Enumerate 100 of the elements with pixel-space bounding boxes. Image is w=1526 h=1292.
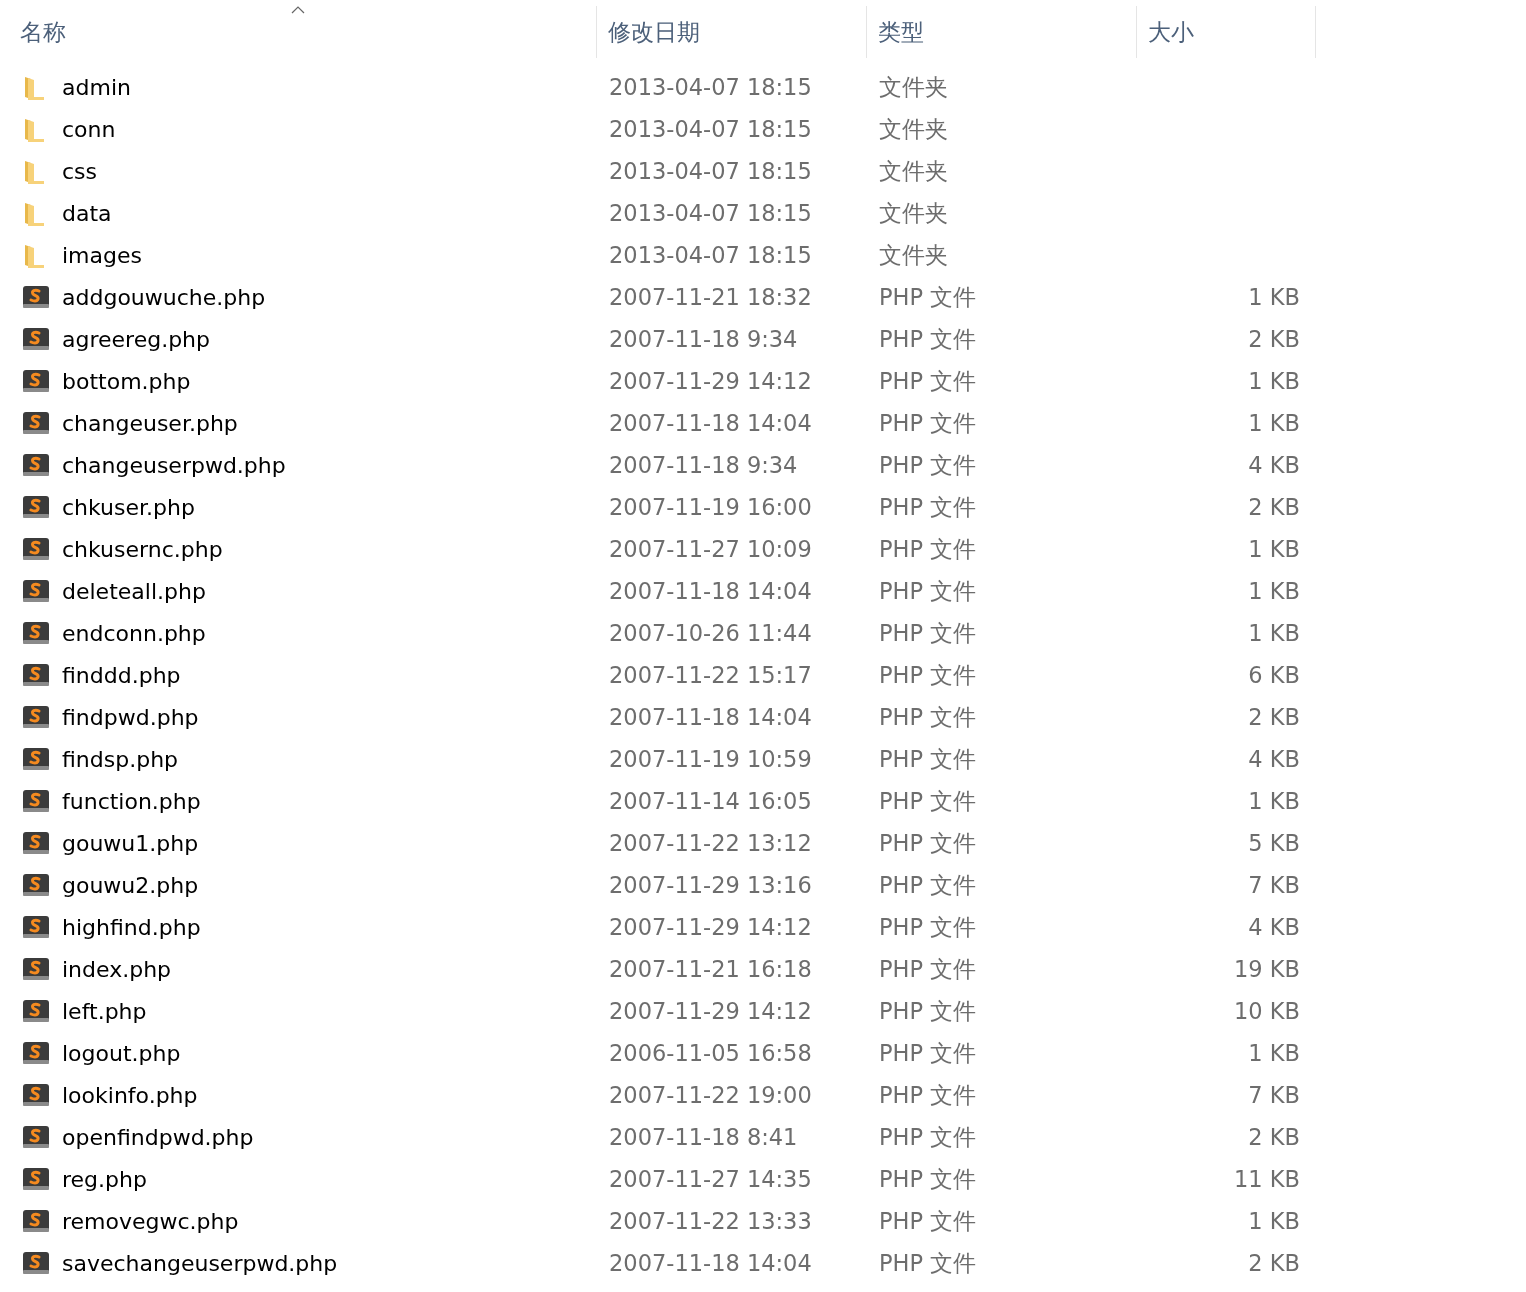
file-name[interactable]: admin (62, 74, 131, 100)
file-size: 4 KB (1248, 746, 1300, 772)
modified-date: 2007-11-19 16:00 (609, 494, 812, 520)
column-header[interactable]: 名称 (0, 6, 597, 58)
file-name[interactable]: gouwu2.php (62, 872, 199, 898)
file-name[interactable]: bottom.php (62, 368, 191, 394)
modified-date: 2007-11-18 9:34 (609, 452, 798, 478)
file-name[interactable]: changeuser.php (62, 410, 238, 436)
modified-date: 2013-04-07 18:15 (609, 116, 812, 142)
file-name[interactable]: lookinfo.php (62, 1082, 198, 1108)
file-type: PHP 文件 (879, 661, 977, 688)
file-name[interactable]: highfind.php (62, 914, 201, 940)
modified-date: 2013-04-07 18:15 (609, 242, 812, 268)
file-name[interactable]: images (62, 242, 142, 268)
modified-date: 2007-11-22 19:00 (609, 1082, 812, 1108)
file-name[interactable]: findsp.php (62, 746, 179, 772)
column-header[interactable]: 类型 (867, 6, 1137, 58)
file-type: PHP 文件 (879, 619, 977, 646)
file-size: 5 KB (1248, 830, 1300, 856)
file-size: 1 KB (1248, 788, 1300, 814)
column-header[interactable]: 修改日期 (597, 6, 867, 58)
modified-date: 2007-11-21 16:18 (609, 956, 812, 982)
file-name[interactable]: agreereg.php (62, 326, 210, 352)
file-icon (22, 703, 50, 731)
modified-date: 2007-11-19 10:59 (609, 746, 812, 772)
file-type: PHP 文件 (879, 1081, 977, 1108)
file-type: PHP 文件 (879, 955, 977, 982)
file-name[interactable]: findpwd.php (62, 704, 199, 730)
file-name[interactable]: data (62, 200, 112, 226)
file-type: PHP 文件 (879, 409, 977, 436)
file-type: PHP 文件 (879, 703, 977, 730)
file-type: 文件夹 (879, 157, 948, 184)
file-icon (22, 493, 50, 521)
file-type: PHP 文件 (879, 367, 977, 394)
file-icon (22, 1039, 50, 1067)
file-icon (22, 913, 50, 941)
modified-date: 2013-04-07 18:15 (609, 200, 812, 226)
file-name[interactable]: deleteall.php (62, 578, 206, 604)
file-icon (22, 619, 50, 647)
file-size: 2 KB (1248, 704, 1300, 730)
file-name[interactable]: finddd.php (62, 662, 181, 688)
file-icon (22, 661, 50, 689)
file-type: PHP 文件 (879, 283, 977, 310)
file-type: PHP 文件 (879, 1165, 977, 1192)
file-size: 6 KB (1248, 662, 1300, 688)
file-size: 4 KB (1248, 914, 1300, 940)
file-size: 1 KB (1248, 620, 1300, 646)
file-name[interactable]: function.php (62, 788, 201, 814)
file-icon (22, 787, 50, 815)
file-icon (22, 1123, 50, 1151)
file-type: PHP 文件 (879, 1207, 977, 1234)
file-type: 文件夹 (879, 115, 948, 142)
file-size: 7 KB (1248, 872, 1300, 898)
file-name[interactable]: css (62, 158, 98, 184)
modified-date: 2007-11-18 14:04 (609, 578, 812, 604)
modified-date: 2007-11-29 14:12 (609, 998, 812, 1024)
modified-date: 2007-10-26 11:44 (609, 620, 812, 646)
modified-date: 2007-11-22 15:17 (609, 662, 812, 688)
file-size: 1 KB (1248, 368, 1300, 394)
file-name[interactable]: chkusernc.php (62, 536, 223, 562)
column-header[interactable]: 大小 (1137, 6, 1316, 58)
modified-date: 2007-11-27 14:35 (609, 1166, 812, 1192)
file-icon (22, 1165, 50, 1193)
file-size: 1 KB (1248, 536, 1300, 562)
file-name[interactable]: left.php (62, 998, 147, 1024)
file-icon (22, 283, 50, 311)
file-icon (22, 1249, 50, 1277)
file-name[interactable]: addgouwuche.php (62, 284, 266, 310)
file-type: PHP 文件 (879, 913, 977, 940)
file-name[interactable]: reg.php (62, 1166, 147, 1192)
file-icon (22, 409, 50, 437)
file-name[interactable]: chkuser.php (62, 494, 195, 520)
file-name[interactable]: openfindpwd.php (62, 1124, 254, 1150)
file-size: 7 KB (1248, 1082, 1300, 1108)
modified-date: 2007-11-18 14:04 (609, 704, 812, 730)
file-icon (22, 325, 50, 353)
file-size: 2 KB (1248, 326, 1300, 352)
file-name[interactable]: index.php (62, 956, 172, 982)
file-type: PHP 文件 (879, 1123, 977, 1150)
file-type: PHP 文件 (879, 1249, 977, 1276)
file-icon (22, 577, 50, 605)
file-name[interactable]: changeuserpwd.php (62, 452, 286, 478)
file-size: 11 KB (1234, 1166, 1300, 1192)
file-icon (22, 871, 50, 899)
modified-date: 2007-11-21 18:32 (609, 284, 812, 310)
file-name[interactable]: logout.php (62, 1040, 181, 1066)
file-name[interactable]: gouwu1.php (62, 830, 199, 856)
file-type: PHP 文件 (879, 787, 977, 814)
file-name[interactable]: conn (62, 116, 116, 142)
file-icon (22, 1081, 50, 1109)
file-name[interactable]: savechangeuserpwd.php (62, 1250, 338, 1276)
modified-date: 2007-11-29 13:16 (609, 872, 812, 898)
file-name[interactable]: endconn.php (62, 620, 206, 646)
file-icon (22, 829, 50, 857)
file-size: 19 KB (1234, 956, 1300, 982)
file-name[interactable]: removegwc.php (62, 1208, 239, 1234)
file-type: PHP 文件 (879, 325, 977, 352)
file-type: PHP 文件 (879, 535, 977, 562)
file-icon (22, 745, 50, 773)
file-size: 2 KB (1248, 1250, 1300, 1276)
